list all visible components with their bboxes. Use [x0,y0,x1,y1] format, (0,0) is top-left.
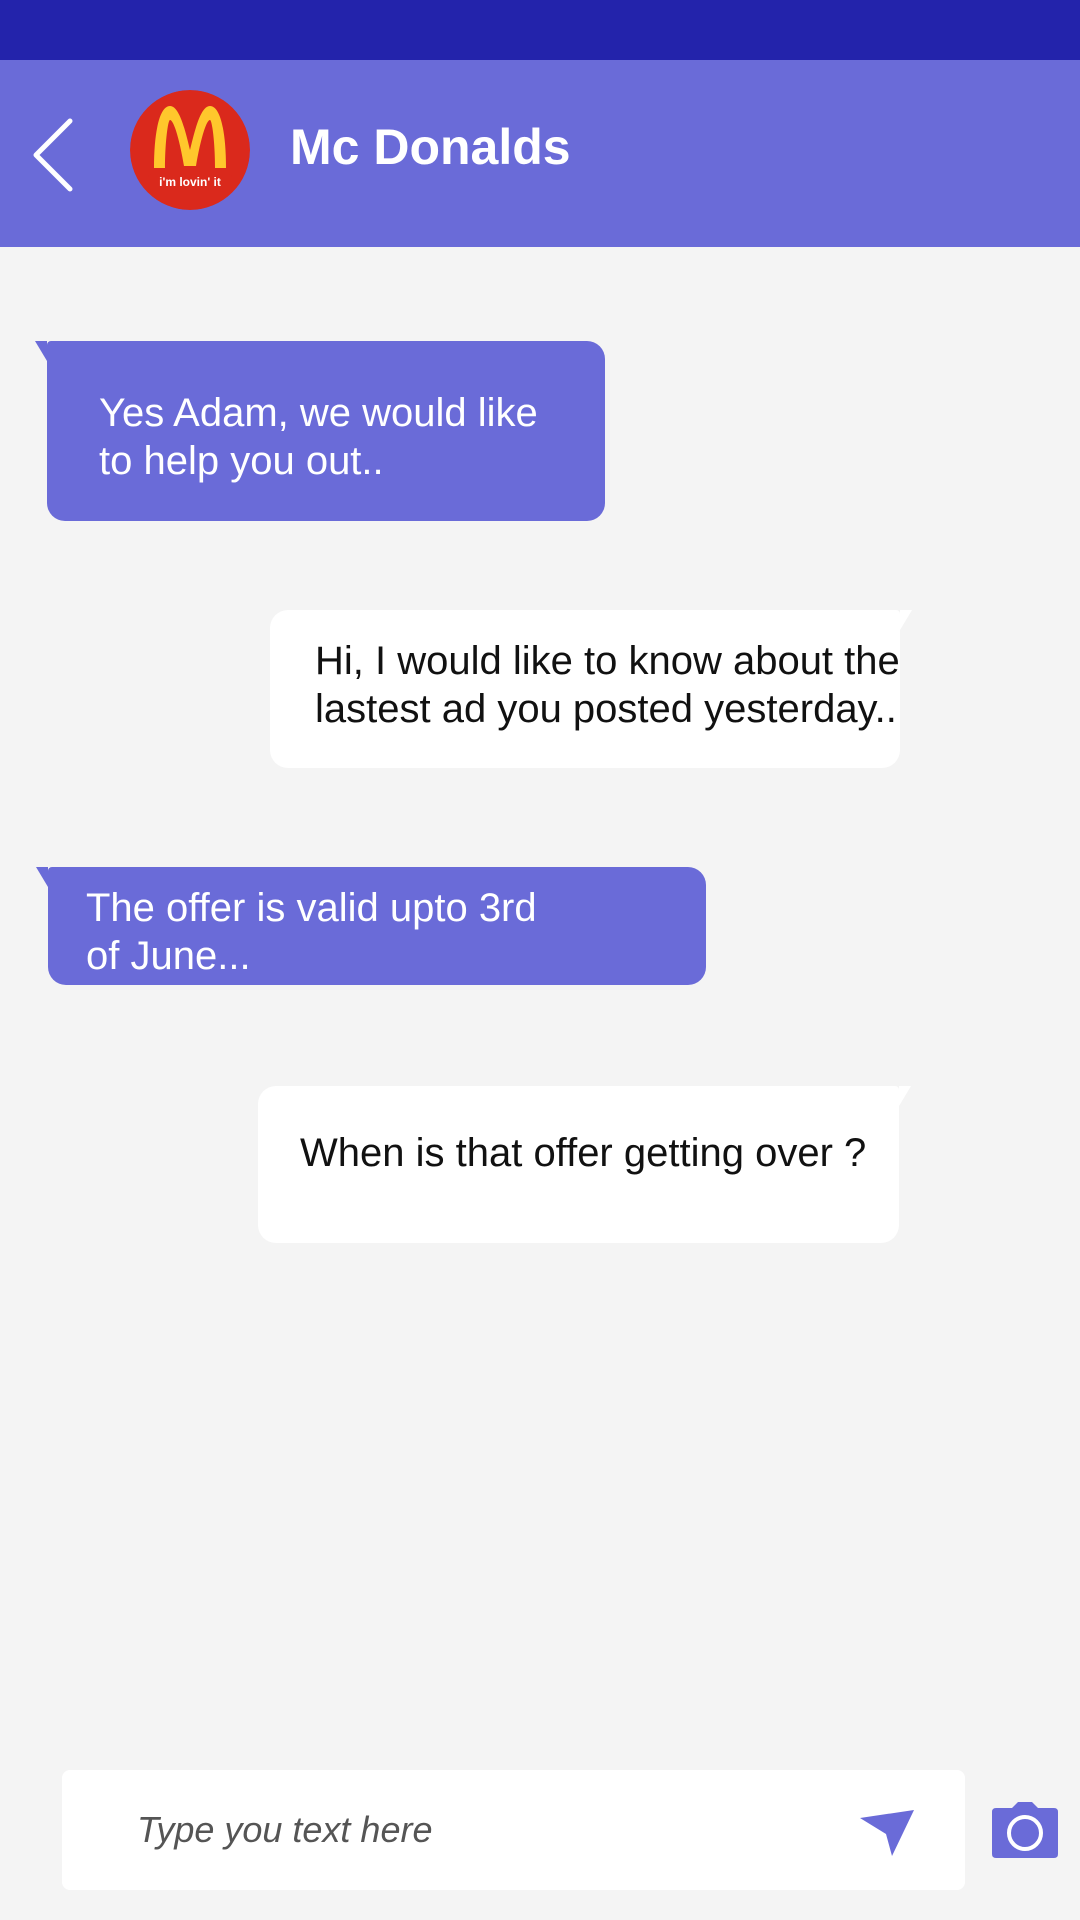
bubble-tail [36,867,48,887]
svg-text:i'm lovin' it: i'm lovin' it [159,175,221,189]
message-bubble-outgoing: When is that offer getting over ? [258,1086,911,1243]
chat-title: Mc Donalds [290,119,571,175]
message-input[interactable] [137,1770,837,1890]
chat-header: i'm lovin' it Mc Donalds [0,60,1080,247]
message-text: Yes Adam, we would like to help you out.… [99,391,538,483]
message-bubble-incoming: Yes Adam, we would like to help you out.… [35,341,605,521]
camera-button[interactable] [990,1800,1060,1860]
message-bubble-outgoing: Hi, I would like to know about the laste… [270,610,912,768]
status-bar [0,0,1080,60]
message-composer [62,1770,965,1890]
message-bubble-incoming: The offer is valid upto 3rd of June... [36,867,706,985]
send-button[interactable] [852,1800,922,1860]
message-text: The offer is valid upto 3rd of June... [86,886,537,978]
mcdonalds-logo-icon: i'm lovin' it [130,90,250,210]
bubble-tail [900,610,912,630]
avatar[interactable]: i'm lovin' it [130,90,250,210]
message-text: Hi, I would like to know about the laste… [315,639,900,731]
bubble-tail [35,341,47,361]
send-icon [860,1810,914,1856]
message-text: When is that offer getting over ? [300,1131,867,1175]
bubble-tail [899,1086,911,1106]
chevron-left-icon [33,118,73,192]
camera-icon [992,1802,1058,1858]
back-button[interactable] [30,115,82,195]
